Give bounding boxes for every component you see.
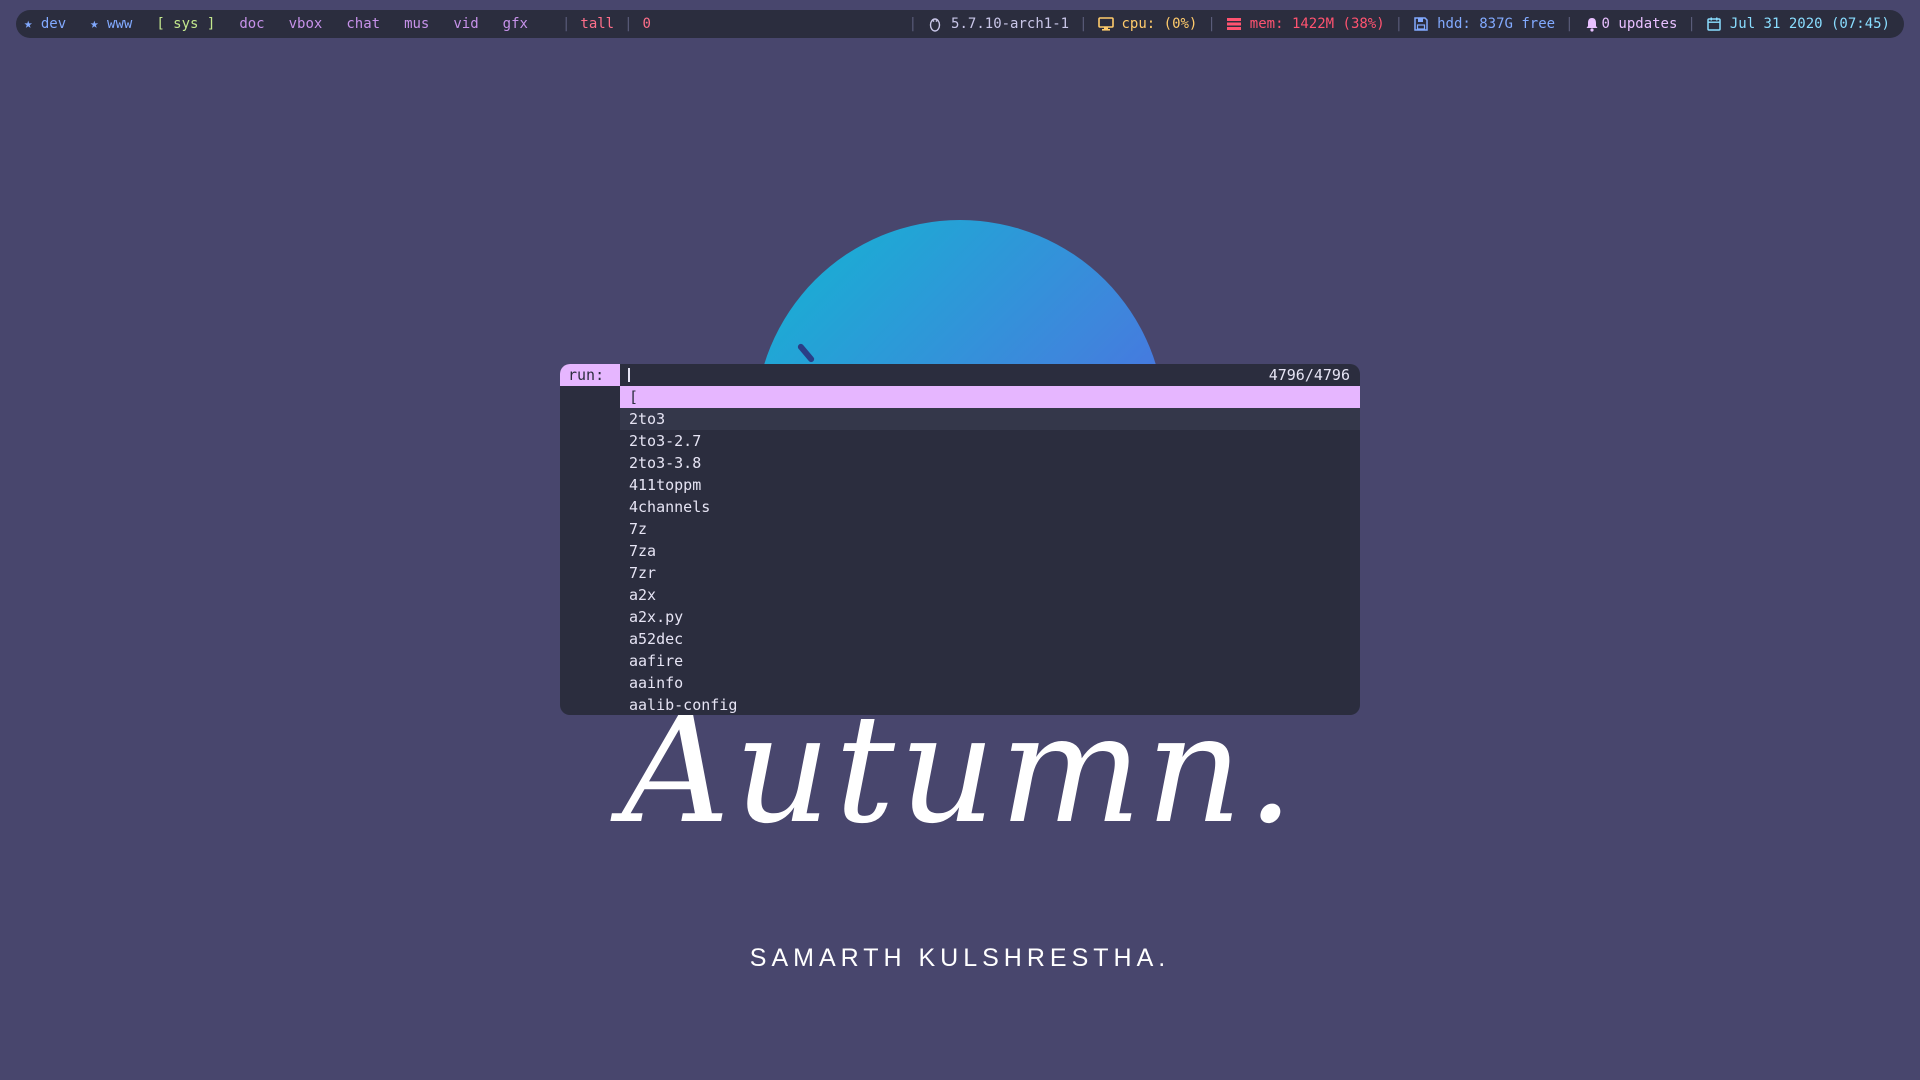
memory-icon — [1226, 16, 1242, 32]
run-results-list: [2to3 2to3-2.7 2to3-3.8 411toppm 4channels 7z… — [620, 386, 1360, 715]
workspace-5[interactable]: chat — [346, 16, 380, 32]
monitor-icon — [1097, 16, 1114, 32]
run-result-item[interactable]: a52dec — [620, 628, 1360, 650]
separator: | — [561, 16, 571, 32]
run-launcher: run: 4796/4796 [2to3 2to3-2.7 2to3-3.8 411t… — [560, 364, 1360, 715]
separator: | — [1079, 16, 1088, 32]
layout-indicator[interactable]: tall — [580, 16, 614, 32]
run-result-item[interactable]: a2x — [620, 584, 1360, 606]
run-result-item[interactable]: 7za — [620, 540, 1360, 562]
clock-datetime: Jul 31 2020 (07:45) — [1729, 16, 1890, 32]
text-caret — [628, 368, 630, 382]
desktop: Autumn. SAMARTH KULSHRESTHA. ★ dev ★ www[… — [0, 0, 1920, 1080]
linux-penguin-icon — [927, 16, 943, 32]
bar-right: | 5.7.10-arch1-1 | cpu: (0%) | mem: 1422… — [899, 16, 1890, 32]
workspace-6[interactable]: mus — [404, 16, 429, 32]
separator: | — [624, 16, 633, 32]
run-input[interactable] — [620, 364, 1360, 386]
updates-count: 0 updates — [1601, 16, 1678, 32]
run-result-item[interactable]: 2to3-2.7 — [620, 430, 1360, 452]
workspace-list: ★ dev ★ www [ sys ] doc vbox chat mus vid gfx — [24, 16, 552, 32]
updates-module[interactable]: 0 updates — [1584, 16, 1678, 32]
workspace-2[interactable]: [ sys ] — [156, 16, 215, 32]
separator: | — [1207, 16, 1216, 32]
memory-usage: mem: 1422M (38%) — [1249, 16, 1385, 32]
workspace-1[interactable]: ★ www — [90, 16, 132, 32]
workspace-4[interactable]: vbox — [289, 16, 323, 32]
separator: | — [1687, 16, 1696, 32]
run-result-item[interactable]: a2x.py — [620, 606, 1360, 628]
workspace-0[interactable]: ★ dev — [24, 16, 66, 32]
run-result-item[interactable]: aafire — [620, 650, 1360, 672]
cpu-module: cpu: (0%) — [1097, 16, 1198, 32]
bell-icon — [1584, 16, 1600, 32]
run-result-item[interactable]: 2to3 — [620, 408, 1360, 430]
run-prompt-label: run: — [560, 364, 620, 386]
floppy-disk-icon — [1413, 16, 1429, 32]
separator: | — [908, 16, 918, 32]
run-result-item[interactable]: 2to3-3.8 — [620, 452, 1360, 474]
wallpaper-author: SAMARTH KULSHRESTHA. — [749, 944, 1171, 972]
separator: | — [1394, 16, 1404, 32]
kernel-module: 5.7.10-arch1-1 — [927, 16, 1069, 32]
workspace-8[interactable]: gfx — [503, 16, 528, 32]
clock-module[interactable]: Jul 31 2020 (07:45) — [1706, 16, 1890, 32]
run-result-item[interactable]: [ — [620, 386, 1360, 408]
calendar-icon — [1706, 16, 1722, 32]
disk-module: hdd: 837G free — [1413, 16, 1555, 32]
run-result-item[interactable]: 7zr — [620, 562, 1360, 584]
memory-module: mem: 1422M (38%) — [1226, 16, 1385, 32]
run-result-item[interactable]: aalib-config — [620, 694, 1360, 715]
run-result-item[interactable]: 411toppm — [620, 474, 1360, 496]
status-bar: ★ dev ★ www [ sys ] doc vbox chat mus vid gfx | … — [16, 10, 1904, 38]
run-result-item[interactable]: aainfo — [620, 672, 1360, 694]
workspace-7[interactable]: vid — [453, 16, 478, 32]
cpu-usage: cpu: (0%) — [1121, 16, 1198, 32]
disk-free: hdd: 837G free — [1437, 16, 1556, 32]
workspace-3[interactable]: doc — [239, 16, 264, 32]
match-count: 4796/4796 — [1268, 366, 1350, 384]
window-count: 0 — [642, 16, 651, 32]
bar-left: ★ dev ★ www[ sys ] doc vbox chat mus vid gfx | … — [24, 16, 651, 32]
run-result-item[interactable]: 7z — [620, 518, 1360, 540]
run-result-item[interactable]: 4channels — [620, 496, 1360, 518]
separator: | — [1565, 16, 1574, 32]
kernel-version: 5.7.10-arch1-1 — [951, 16, 1070, 32]
run-input-value — [620, 366, 626, 384]
